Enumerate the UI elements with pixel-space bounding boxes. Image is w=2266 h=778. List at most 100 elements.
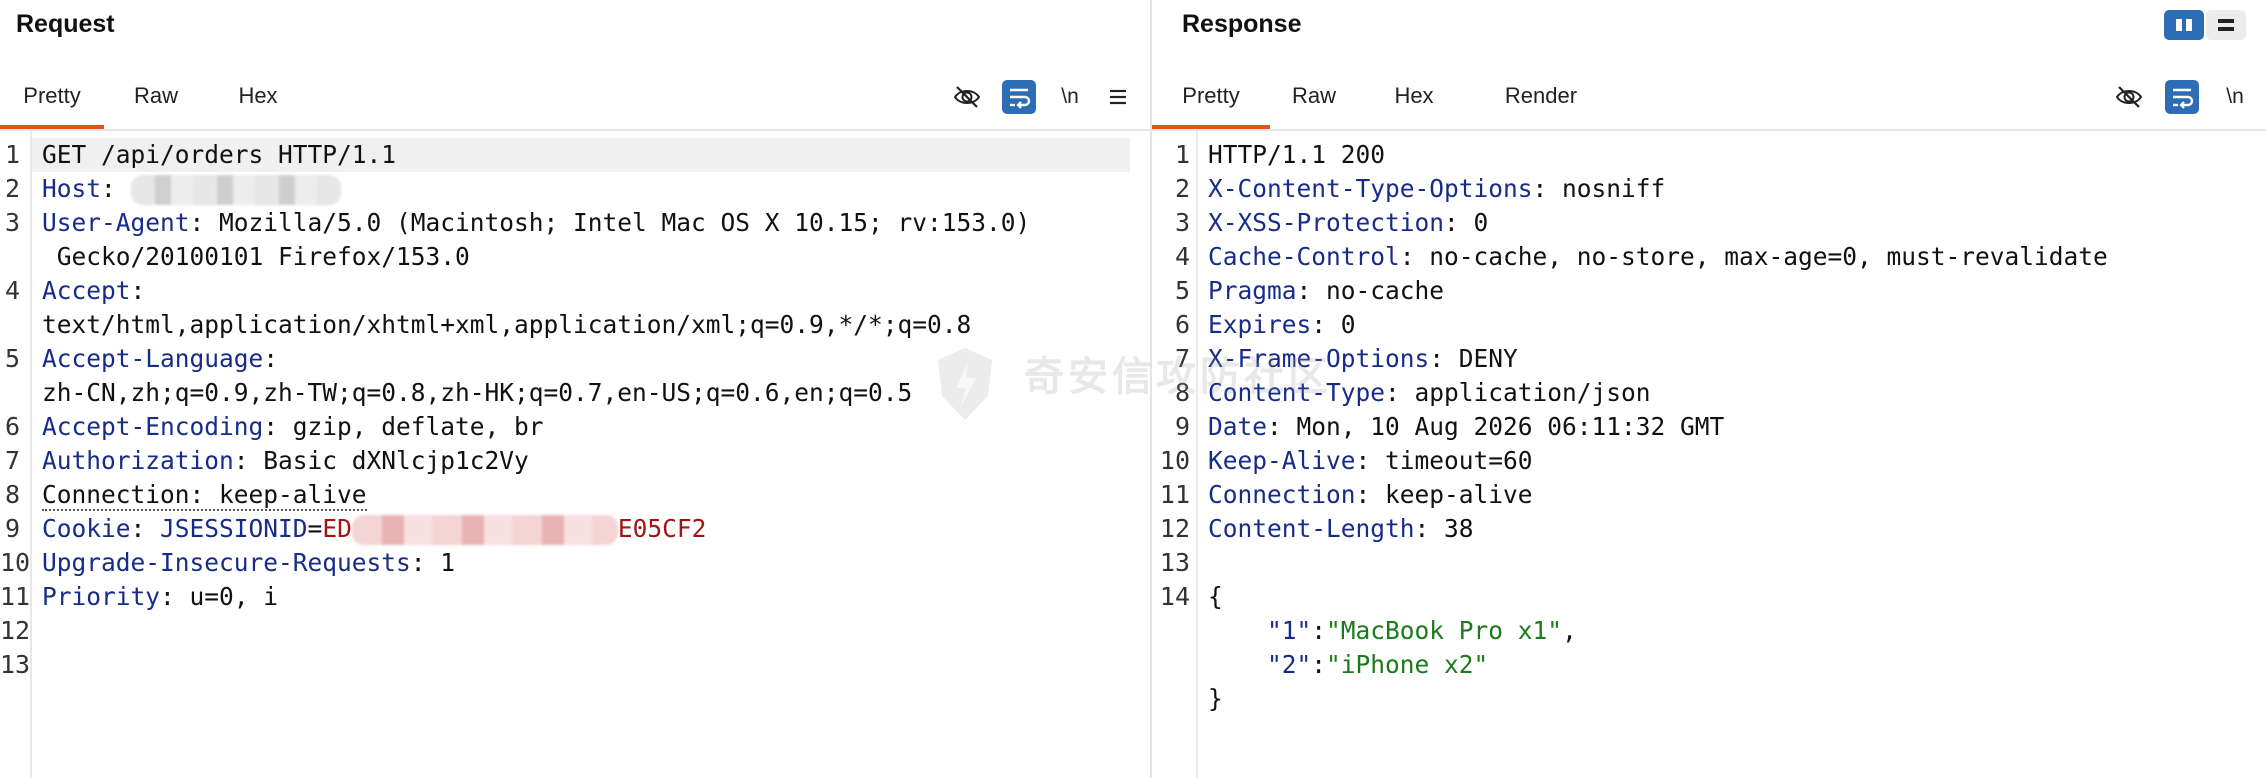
response-tab-pretty[interactable]: Pretty (1152, 70, 1270, 130)
response-token: "MacBook Pro x1" (1326, 616, 1563, 645)
response-line-text: Cache-Control: no-cache, no-store, max-a… (1208, 240, 2108, 274)
request-line-text: Host: (42, 172, 341, 206)
response-token: : application/json (1385, 378, 1651, 407)
response-show-newlines-button[interactable]: \n (2218, 80, 2252, 114)
request-line-text: text/html,application/xhtml+xml,applicat… (42, 308, 971, 342)
request-token: Accept-Encoding (42, 412, 264, 441)
response-line-text: } (1208, 682, 1223, 716)
request-menu-icon[interactable] (1101, 80, 1135, 114)
response-code-line: 10 Keep-Alive: timeout=60 (1152, 444, 2266, 478)
response-token: Pragma (1208, 276, 1297, 305)
response-token: X-Frame-Options (1208, 344, 1430, 373)
request-line-text: zh-CN,zh;q=0.9,zh-TW;q=0.8,zh-HK;q=0.7,e… (42, 376, 912, 410)
response-tab-hex[interactable]: Hex (1378, 70, 1450, 130)
response-line-text: HTTP/1.1 200 (1208, 138, 1385, 172)
request-code-line: Gecko/20100101 Firefox/153.0 (0, 240, 1150, 274)
response-editor[interactable]: 1 HTTP/1.1 200 2 X-Content-Type-Options: no… (1152, 131, 2266, 778)
response-token: : keep-alive (1355, 480, 1533, 509)
response-line-text: X-XSS-Protection: 0 (1208, 206, 1488, 240)
response-token: Cache-Control (1208, 242, 1400, 271)
response-title: Response (1182, 10, 1302, 38)
response-token: : Mon, 10 Aug 2026 06:11:32 GMT (1267, 412, 1725, 441)
response-code-line: 13 (1152, 546, 2266, 580)
request-tab-hex[interactable]: Hex (222, 70, 294, 130)
burp-request-response-viewer: Request Pretty Raw Hex \n 1 GET /api/ord… (0, 0, 2266, 778)
request-token: E05CF2 (617, 514, 707, 543)
request-tab-raw[interactable]: Raw (120, 70, 192, 130)
request-hide-nonprintable-icon[interactable] (950, 80, 984, 114)
response-lines: 1 HTTP/1.1 200 2 X-Content-Type-Options: no… (1152, 138, 2266, 716)
request-code-line: 9 Cookie: JSESSIONID=ED E05CF2 (0, 512, 1150, 546)
response-line-text: Pragma: no-cache (1208, 274, 1444, 308)
request-editor[interactable]: 1 GET /api/orders HTTP/1.1 2 Host: 3 User-Ag… (0, 131, 1150, 778)
response-code-line: "1":"MacBook Pro x1", (1152, 614, 2266, 648)
request-line-number: 9 (4, 514, 20, 543)
response-line-text: Date: Mon, 10 Aug 2026 06:11:32 GMT (1208, 410, 1724, 444)
request-line-text: Accept: (42, 274, 145, 308)
response-token: : 38 (1414, 514, 1474, 543)
response-line-number: 1 (1174, 140, 1190, 169)
response-token: Content-Type (1208, 378, 1386, 407)
response-line-number: 14 (1159, 582, 1190, 611)
response-line-text: Keep-Alive: timeout=60 (1208, 444, 1533, 478)
response-code-line: 11 Connection: keep-alive (1152, 478, 2266, 512)
response-token: Keep-Alive (1208, 446, 1356, 475)
layout-toggle (2164, 10, 2248, 40)
request-token: : gzip, deflate, br (263, 412, 544, 441)
response-token: X-XSS-Protection (1208, 208, 1445, 237)
request-code-line: 11 Priority: u=0, i (0, 580, 1150, 614)
response-tab-raw[interactable]: Raw (1278, 70, 1350, 130)
request-token: : (263, 344, 279, 373)
request-code-line: 8 Connection: keep-alive (0, 478, 1150, 512)
response-line-number: 5 (1174, 276, 1190, 305)
request-token: Connection: keep-alive (42, 480, 367, 511)
response-line-text: "1":"MacBook Pro x1", (1208, 614, 1577, 648)
layout-side-by-side-button[interactable] (2164, 10, 2204, 40)
response-line-text: "2":"iPhone x2" (1208, 648, 1488, 682)
request-line-number: 11 (0, 582, 31, 611)
watermark-logo-icon (938, 348, 992, 420)
response-tabs: Pretty Raw Hex Render (1152, 70, 2266, 130)
response-token: : no-cache (1296, 276, 1445, 305)
response-line-text: { (1208, 580, 1223, 614)
request-code-line: 1 GET /api/orders HTTP/1.1 (0, 138, 1150, 172)
layout-stacked-button[interactable] (2206, 10, 2246, 40)
request-token: Gecko/20100101 Firefox/153.0 (42, 242, 470, 271)
request-token: : (130, 276, 146, 305)
response-token: : 0 (1444, 208, 1489, 237)
response-code-line: 14 { (1152, 580, 2266, 614)
response-tab-render[interactable]: Render (1492, 70, 1590, 130)
response-line-text: X-Frame-Options: DENY (1208, 342, 1518, 376)
response-token: : 0 (1311, 310, 1356, 339)
request-line-text: Upgrade-Insecure-Requests: 1 (42, 546, 455, 580)
response-token: } (1208, 684, 1223, 713)
request-line-text: Connection: keep-alive (42, 478, 367, 512)
response-code-line: "2":"iPhone x2" (1152, 648, 2266, 682)
response-line-number: 2 (1174, 174, 1190, 203)
request-word-wrap-icon[interactable] (1002, 80, 1036, 114)
request-line-text: Accept-Language: (42, 342, 278, 376)
response-line-text: Content-Type: application/json (1208, 376, 1651, 410)
response-line-number: 3 (1174, 208, 1190, 237)
response-line-number: 12 (1159, 514, 1190, 543)
response-line-number: 11 (1159, 480, 1190, 509)
response-token: : (1311, 616, 1327, 645)
request-line-number: 3 (4, 208, 20, 237)
request-line-number: 10 (0, 548, 31, 577)
request-token: JSESSIONID (160, 514, 308, 543)
request-show-newlines-button[interactable]: \n (1053, 80, 1087, 114)
response-line-number: 9 (1174, 412, 1190, 441)
request-token: : 1 (410, 548, 456, 577)
response-token: Content-Length (1208, 514, 1415, 543)
response-line-text: Content-Length: 38 (1208, 512, 1474, 546)
request-line-text: User-Agent: Mozilla/5.0 (Macintosh; Inte… (42, 206, 1030, 240)
response-hide-nonprintable-icon[interactable] (2112, 80, 2146, 114)
request-token: ED (322, 514, 352, 543)
response-word-wrap-icon[interactable] (2165, 80, 2199, 114)
response-code-line: 1 HTTP/1.1 200 (1152, 138, 2266, 172)
request-token: : Mozilla/5.0 (Macintosh; Intel Mac OS X… (189, 208, 1031, 237)
response-code-line: 2 X-Content-Type-Options: nosniff (1152, 172, 2266, 206)
response-token: : DENY (1429, 344, 1518, 373)
request-tab-pretty[interactable]: Pretty (0, 70, 104, 130)
response-line-number: 8 (1174, 378, 1190, 407)
